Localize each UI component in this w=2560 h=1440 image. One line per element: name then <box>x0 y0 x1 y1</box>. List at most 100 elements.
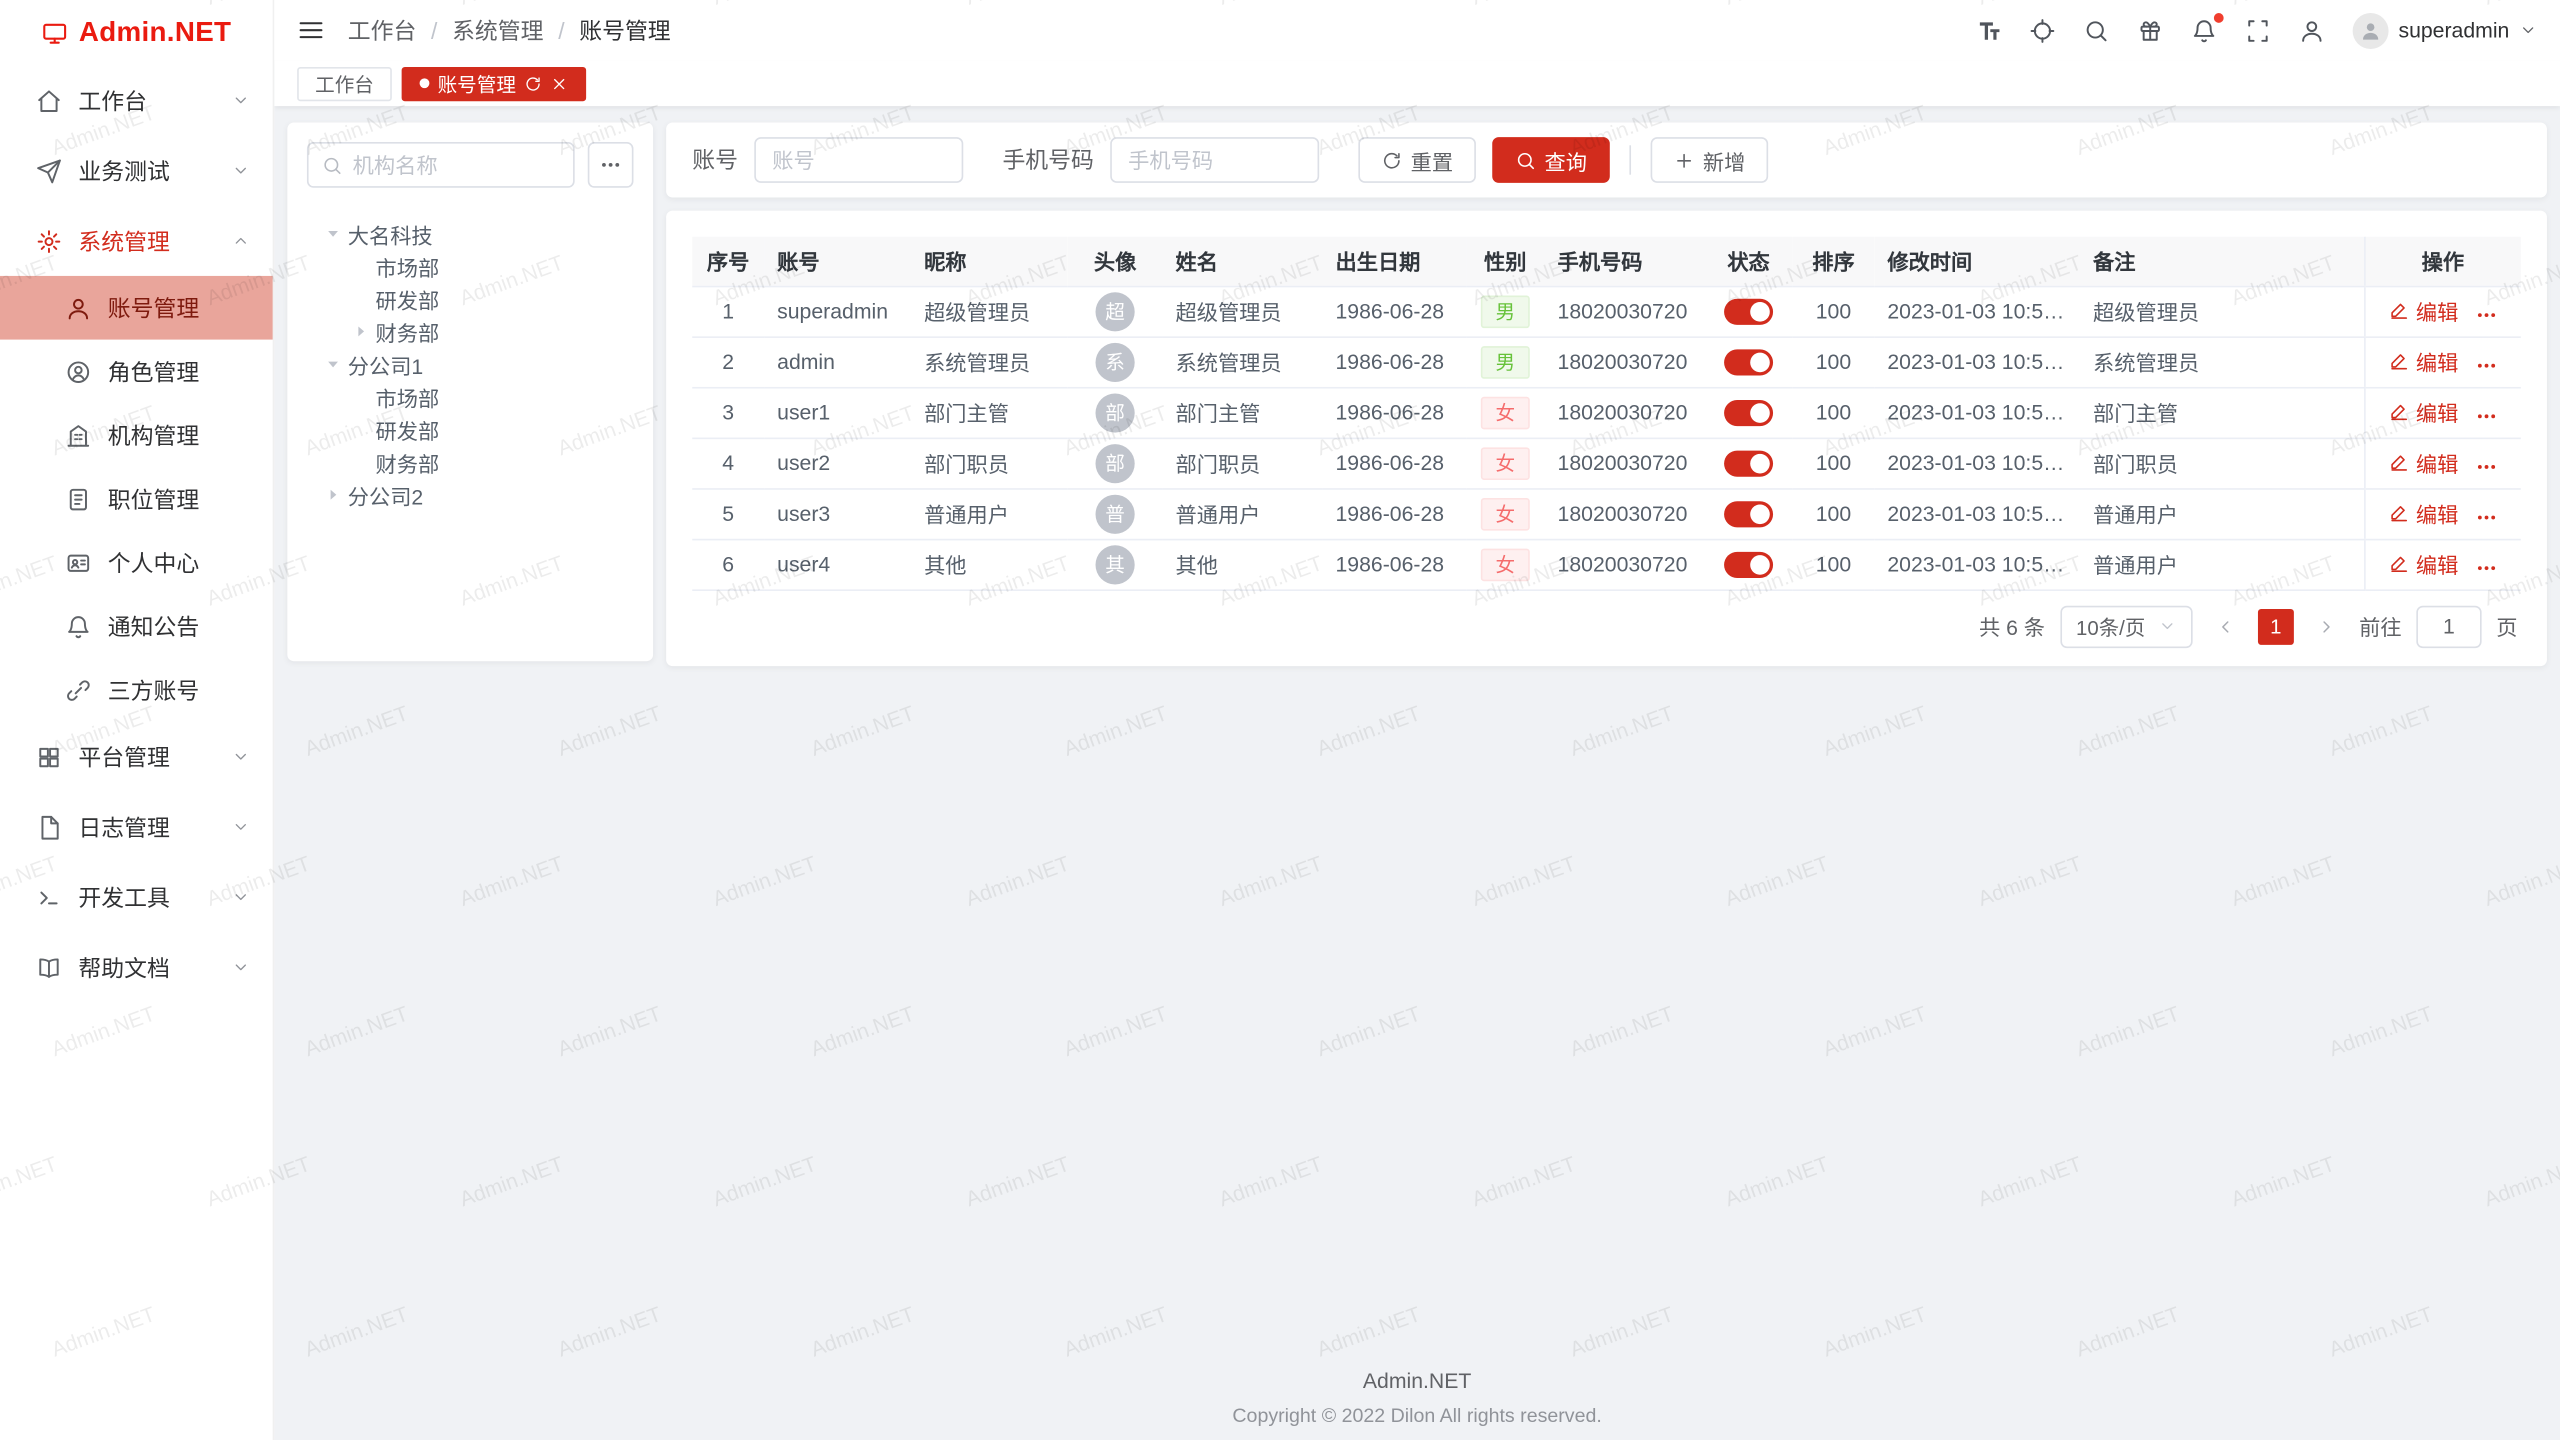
sidebar-item-position-management[interactable]: 职位管理 <box>0 467 273 531</box>
row-more-button[interactable] <box>2475 405 2498 428</box>
tree-node[interactable]: 财务部 <box>307 315 634 348</box>
post-icon <box>65 486 91 512</box>
edit-button[interactable]: 编辑 <box>2388 396 2458 427</box>
tree-node[interactable]: 市场部 <box>307 250 634 283</box>
font-size-icon[interactable] <box>1976 17 2002 43</box>
bell-icon[interactable] <box>2191 17 2217 43</box>
status-toggle[interactable] <box>1724 298 1773 324</box>
account-filter-input[interactable] <box>754 137 963 183</box>
breadcrumb-separator: / <box>558 17 564 43</box>
avatar: 超 <box>1096 291 1135 330</box>
status-toggle[interactable] <box>1724 551 1773 577</box>
page-size-value: 10条/页 <box>2076 611 2145 642</box>
reset-button[interactable]: 重置 <box>1358 137 1476 183</box>
status-toggle[interactable] <box>1724 349 1773 375</box>
sidebar-item-log-management[interactable]: 日志管理 <box>0 792 273 862</box>
user-icon[interactable] <box>2299 17 2325 43</box>
cell-modified-time: 2023-01-03 10:59:44 <box>1874 488 2080 539</box>
sidebar-item-dev-tools[interactable]: 开发工具 <box>0 862 273 932</box>
sidebar-item-business-test[interactable]: 业务测试 <box>0 136 273 206</box>
caret-right-icon[interactable] <box>323 485 343 505</box>
edit-button[interactable]: 编辑 <box>2388 346 2458 377</box>
sidebar-item-role-management[interactable]: 角色管理 <box>0 340 273 404</box>
prev-page-button[interactable] <box>2207 608 2243 644</box>
tab-account-management[interactable]: 账号管理 <box>402 66 587 100</box>
goto-label: 前往 <box>2359 611 2401 642</box>
sidebar-item-label: 机构管理 <box>108 419 273 452</box>
close-icon[interactable] <box>550 74 568 92</box>
caret-down-icon[interactable] <box>323 224 343 244</box>
add-button[interactable]: 新增 <box>1651 137 1769 183</box>
refresh-icon[interactable] <box>524 74 542 92</box>
breadcrumb-item[interactable]: 系统管理 <box>452 14 543 47</box>
sidebar-item-workbench[interactable]: 工作台 <box>0 65 273 135</box>
sidebar-item-third-account[interactable]: 三方账号 <box>0 658 273 722</box>
row-more-button[interactable] <box>2475 355 2498 378</box>
current-page-button[interactable]: 1 <box>2258 608 2294 644</box>
row-more-button[interactable] <box>2475 507 2498 530</box>
gift-icon[interactable] <box>2137 17 2163 43</box>
user-menu[interactable]: superadmin <box>2353 12 2537 48</box>
locate-icon[interactable] <box>2029 17 2055 43</box>
tree-node[interactable]: 分公司1 <box>307 348 634 381</box>
cell-index: 3 <box>692 387 764 438</box>
app-logo[interactable]: Admin.NET <box>0 0 273 65</box>
gender-badge: 女 <box>1481 497 1530 530</box>
sidebar-item-help-docs[interactable]: 帮助文档 <box>0 932 273 1002</box>
edit-icon <box>2388 452 2409 473</box>
sidebar-item-platform-management[interactable]: 平台管理 <box>0 722 273 792</box>
sidebar-item-notice[interactable]: 通知公告 <box>0 594 273 658</box>
cell-sort: 100 <box>1793 488 1875 539</box>
fullscreen-icon[interactable] <box>2245 17 2271 43</box>
org-search-input[interactable] <box>353 153 560 177</box>
footer-copyright: Copyright © 2022 Dilon All rights reserv… <box>274 1404 2560 1427</box>
edit-button[interactable]: 编辑 <box>2388 295 2458 326</box>
row-more-button[interactable] <box>2475 557 2498 580</box>
tab-workbench[interactable]: 工作台 <box>297 66 392 100</box>
cell-actions: 编辑 <box>2364 488 2521 539</box>
filter-bar: 账号 手机号码 重置 查询 新增 <box>666 122 2547 197</box>
pagination-total: 共 6 条 <box>1979 611 2045 642</box>
cell-modified-time: 2023-01-03 10:59:44 <box>1874 539 2080 590</box>
breadcrumb-item[interactable]: 工作台 <box>348 14 417 47</box>
status-toggle[interactable] <box>1724 400 1773 426</box>
tree-node[interactable]: 分公司2 <box>307 478 634 511</box>
tree-node-label: 市场部 <box>376 251 440 282</box>
sidebar-item-account-management[interactable]: 账号管理 <box>0 276 273 340</box>
cell-modified-time: 2023-01-03 10:59:44 <box>1874 438 2080 489</box>
cell-birthdate: 1986-06-28 <box>1322 488 1466 539</box>
tree-node[interactable]: 大名科技 <box>307 217 634 250</box>
tree-node[interactable]: 研发部 <box>307 282 634 315</box>
tree-node[interactable]: 研发部 <box>307 413 634 446</box>
search-button[interactable]: 查询 <box>1492 137 1610 183</box>
next-page-button[interactable] <box>2309 608 2345 644</box>
sidebar-item-org-management[interactable]: 机构管理 <box>0 403 273 467</box>
tree-more-button[interactable] <box>588 142 634 188</box>
chevron-down-icon <box>232 162 250 180</box>
page-size-select[interactable]: 10条/页 <box>2060 605 2193 647</box>
menu-toggle-icon[interactable] <box>297 16 325 44</box>
chevron-down-icon <box>232 91 250 109</box>
column-header-11: 备注 <box>2080 237 2364 286</box>
sidebar-item-label: 工作台 <box>78 84 231 117</box>
cell-status <box>1704 488 1792 539</box>
sidebar-item-personal-center[interactable]: 个人中心 <box>0 531 273 595</box>
row-more-button[interactable] <box>2475 304 2498 327</box>
tree-node[interactable]: 财务部 <box>307 446 634 479</box>
gender-badge: 女 <box>1481 447 1530 480</box>
caret-down-icon[interactable] <box>323 354 343 374</box>
caret-right-icon[interactable] <box>351 322 371 342</box>
phone-filter-input[interactable] <box>1110 137 1319 183</box>
search-icon[interactable] <box>2083 17 2109 43</box>
main-content: 大名科技市场部研发部财务部分公司1市场部研发部财务部分公司2 账号 手机号码 重… <box>274 106 2560 1440</box>
row-more-button[interactable] <box>2475 456 2498 479</box>
status-toggle[interactable] <box>1724 450 1773 476</box>
edit-button[interactable]: 编辑 <box>2388 548 2458 579</box>
cell-name: 系统管理员 <box>1162 336 1322 387</box>
status-toggle[interactable] <box>1724 501 1773 527</box>
edit-button[interactable]: 编辑 <box>2388 447 2458 478</box>
tree-node[interactable]: 市场部 <box>307 380 634 413</box>
edit-button[interactable]: 编辑 <box>2388 497 2458 528</box>
goto-page-input[interactable] <box>2416 605 2481 647</box>
sidebar-item-system-management[interactable]: 系统管理 <box>0 206 273 276</box>
